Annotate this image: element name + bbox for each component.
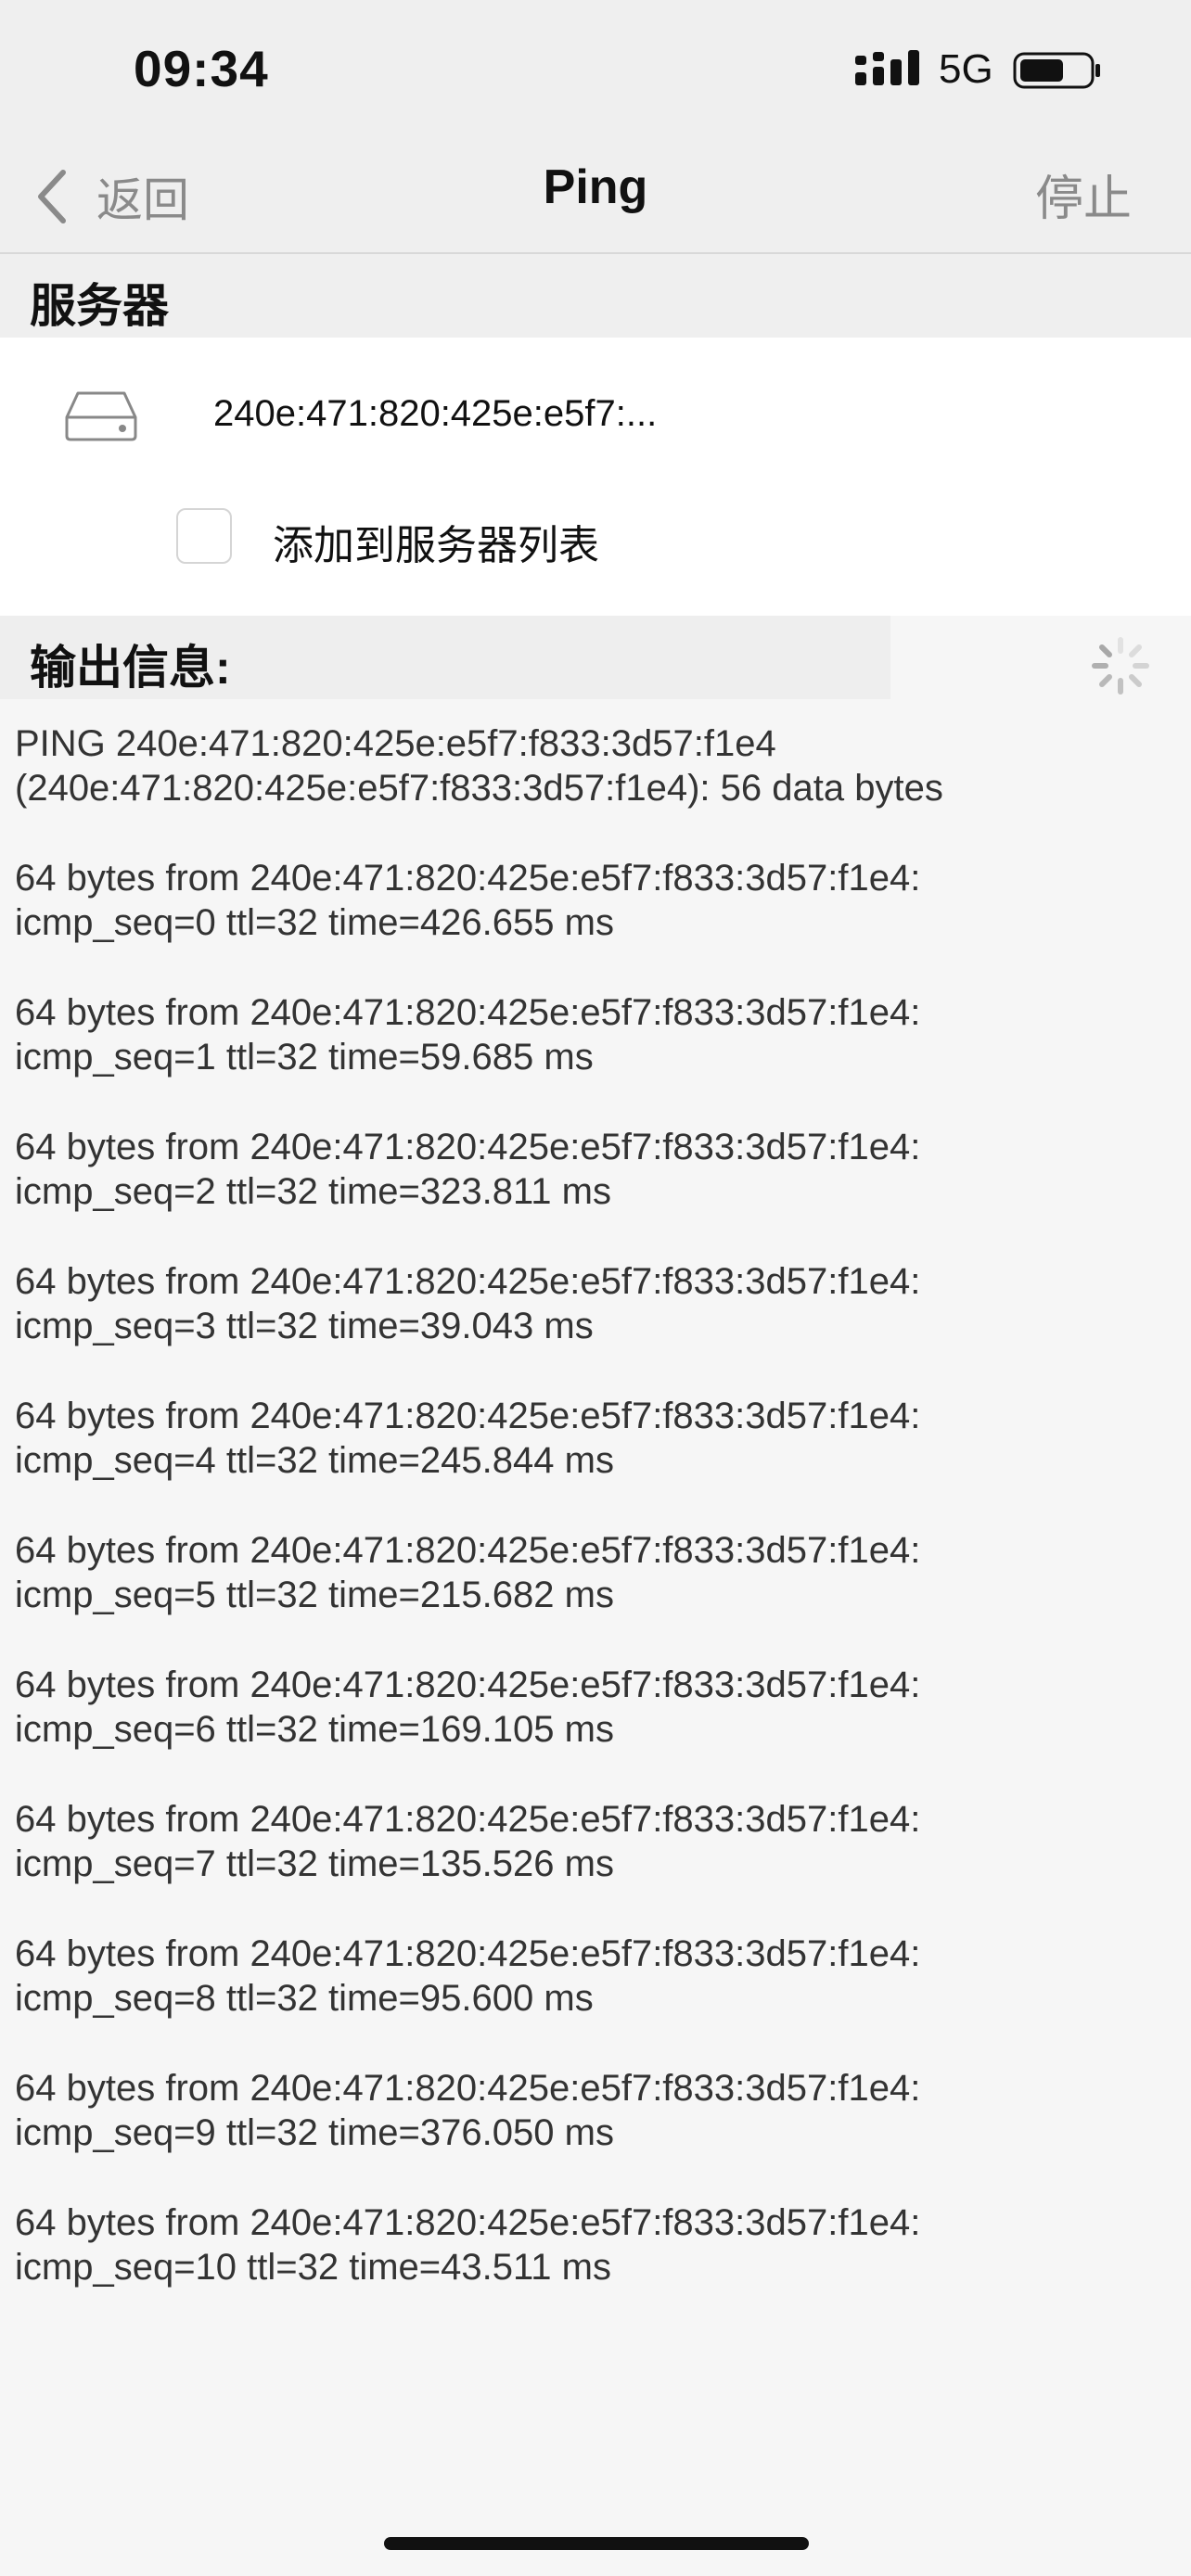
output-line: 64 bytes from 240e:471:820:425e:e5f7:f83… xyxy=(15,1664,921,1750)
signal-icon xyxy=(855,50,919,85)
output-line: 64 bytes from 240e:471:820:425e:e5f7:f83… xyxy=(15,2202,921,2288)
server-address: 240e:471:820:425e:e5f7:... xyxy=(213,393,658,434)
add-to-server-list-label: 添加到服务器列表 xyxy=(273,523,599,568)
output-line: 64 bytes from 240e:471:820:425e:e5f7:f83… xyxy=(15,1396,921,1481)
output-line: 64 bytes from 240e:471:820:425e:e5f7:f83… xyxy=(15,1933,921,2019)
drive-icon xyxy=(65,391,137,441)
network-type-label: 5G xyxy=(939,46,993,92)
output-line: 64 bytes from 240e:471:820:425e:e5f7:f83… xyxy=(15,992,921,1078)
status-bar: 09:34 5G xyxy=(0,0,1191,139)
output-line: 64 bytes from 240e:471:820:425e:e5f7:f83… xyxy=(15,1127,921,1212)
add-to-server-list-row: 添加到服务器列表 xyxy=(0,486,1191,588)
battery-icon xyxy=(1013,52,1100,89)
output-section-label: 输出信息: xyxy=(30,642,231,694)
output-line: PING 240e:471:820:425e:e5f7:f833:3d57:f1… xyxy=(15,723,943,809)
spinner-icon xyxy=(1092,637,1149,695)
output-section-header: 输出信息: xyxy=(0,616,890,699)
output-log: PING 240e:471:820:425e:e5f7:f833:3d57:f1… xyxy=(15,721,1174,2335)
output-line: 64 bytes from 240e:471:820:425e:e5f7:f83… xyxy=(15,1261,921,1346)
status-time: 09:34 xyxy=(134,40,269,97)
stop-button[interactable]: 停止 xyxy=(1035,159,1132,229)
ping-screen: 09:34 5G 返回 Ping 停止 服务器 240e:471:820:425… xyxy=(0,0,1191,2576)
server-address-row[interactable]: 240e:471:820:425e:e5f7:... xyxy=(0,365,1191,477)
output-line: 64 bytes from 240e:471:820:425e:e5f7:f83… xyxy=(15,1799,921,1884)
server-section-header: 服务器 xyxy=(0,254,1191,338)
back-label: 返回 xyxy=(96,174,189,226)
nav-bar: 返回 Ping 停止 xyxy=(0,139,1191,254)
back-button[interactable]: 返回 xyxy=(33,161,189,232)
home-indicator[interactable] xyxy=(384,2537,809,2550)
output-line: 64 bytes from 240e:471:820:425e:e5f7:f83… xyxy=(15,2068,921,2153)
server-panel: 240e:471:820:425e:e5f7:... 添加到服务器列表 xyxy=(0,338,1191,616)
chevron-left-icon xyxy=(38,170,66,223)
output-line: 64 bytes from 240e:471:820:425e:e5f7:f83… xyxy=(15,1530,921,1615)
output-line: 64 bytes from 240e:471:820:425e:e5f7:f83… xyxy=(15,858,921,943)
add-to-server-list-checkbox[interactable] xyxy=(176,508,232,564)
server-section-label: 服务器 xyxy=(30,280,169,332)
